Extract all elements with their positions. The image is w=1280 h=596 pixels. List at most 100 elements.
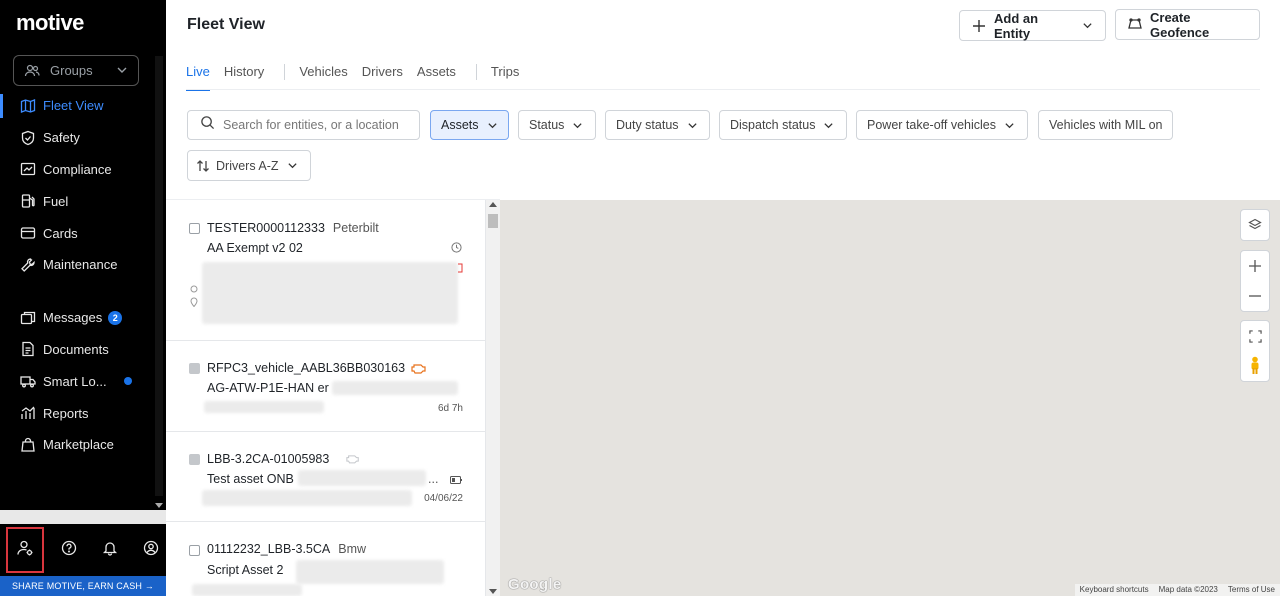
fullscreen-icon[interactable] (1240, 321, 1270, 351)
sidebar-item-safety[interactable]: Safety (0, 122, 152, 154)
add-entity-label: Add an Entity (994, 10, 1039, 41)
app-root: motive Groups Fleet View Safety Complian… (0, 0, 1280, 596)
chevron-down-icon (1004, 120, 1015, 131)
shield-icon (20, 130, 36, 146)
scroll-up-arrow[interactable] (489, 202, 497, 207)
filter-mil-on[interactable]: Vehicles with MIL on (1038, 110, 1173, 140)
tab-vehicles[interactable]: Vehicles (299, 56, 347, 90)
sidebar-item-marketplace[interactable]: Marketplace (0, 429, 152, 461)
share-motive-banner[interactable]: SHARE MOTIVE, EARN CASH → (0, 576, 166, 596)
battery-icon (450, 476, 463, 484)
redacted-text (296, 560, 444, 584)
tab-separator (475, 64, 477, 80)
entity-list: TESTER0000112333 Peterbilt AA Exempt v2 0… (166, 200, 486, 596)
filter-label: Dispatch status (730, 118, 816, 132)
select-checkbox[interactable] (189, 223, 200, 234)
redacted-location (192, 584, 302, 596)
list-item[interactable]: TESTER0000112333 Peterbilt AA Exempt v2 0… (166, 200, 485, 341)
sidebar-item-smart-load[interactable]: Smart Lo... (0, 365, 152, 397)
redacted-location (204, 401, 324, 413)
map-layers-control[interactable] (1240, 209, 1270, 241)
sidebar-item-label: Fleet View (43, 98, 104, 114)
sidebar-item-maintenance[interactable]: Maintenance (0, 249, 152, 281)
filter-dispatch-status[interactable]: Dispatch status (719, 110, 847, 140)
sidebar-scrollbar[interactable] (152, 48, 166, 510)
scroll-down-arrow[interactable] (489, 589, 497, 594)
filter-power-take-off[interactable]: Power take-off vehicles (856, 110, 1028, 140)
scrollbar-thumb[interactable] (155, 56, 163, 496)
view-tabs: Live History Vehicles Drivers Assets Tri… (186, 56, 533, 91)
sidebar-item-label: Marketplace (43, 437, 114, 453)
select-checkbox[interactable] (189, 363, 200, 374)
chevron-down-icon (687, 120, 698, 131)
list-item[interactable]: RFPC3_vehicle_AABL36BB030163 AG-ATW-P1E-… (166, 341, 485, 432)
sidebar-item-label: Maintenance (43, 257, 118, 273)
zoom-in-button[interactable] (1240, 251, 1270, 281)
filter-status[interactable]: Status (518, 110, 596, 140)
engine-icon (411, 362, 427, 374)
reports-icon (20, 405, 36, 421)
search-icon (200, 115, 215, 135)
sidebar-item-label: Reports (43, 405, 89, 421)
search-input[interactable] (223, 118, 413, 132)
help-button[interactable] (54, 532, 85, 568)
tab-drivers[interactable]: Drivers (362, 56, 403, 90)
help-icon (61, 540, 77, 561)
redacted-location (202, 490, 412, 506)
layers-icon[interactable] (1240, 210, 1270, 240)
map-canvas[interactable]: Google Keyboard shortcuts Map data ©2023… (500, 200, 1280, 596)
tab-assets[interactable]: Assets (417, 56, 456, 90)
select-checkbox[interactable] (189, 545, 200, 556)
list-item[interactable]: 01112232_LBB-3.5CA Bmw Script Asset 2 (166, 522, 485, 596)
search-box[interactable] (187, 110, 420, 140)
sidebar-item-compliance[interactable]: Compliance (0, 154, 152, 186)
user-settings-button[interactable] (6, 527, 45, 573)
sidebar-item-cards[interactable]: Cards (0, 217, 152, 249)
sort-icon (196, 159, 210, 173)
entity-list-scrollbar[interactable] (486, 200, 500, 596)
notifications-button[interactable] (95, 532, 126, 568)
motive-logo[interactable]: motive (16, 10, 84, 36)
entity-subtitle: AG-ATW-P1E-HAN er (207, 381, 329, 395)
zoom-out-button[interactable] (1240, 281, 1270, 311)
terms-of-use-link[interactable]: Terms of Use (1223, 584, 1280, 596)
account-button[interactable] (135, 532, 166, 568)
sidebar-item-fleet-view[interactable]: Fleet View (0, 90, 152, 122)
add-entity-button[interactable]: Add an Entity (959, 10, 1106, 41)
truck-icon (20, 373, 36, 389)
groups-dropdown[interactable]: Groups (13, 55, 139, 86)
sidebar: motive Groups Fleet View Safety Complian… (0, 0, 166, 596)
scroll-down-arrow[interactable] (155, 503, 163, 508)
sort-dropdown[interactable]: Drivers A-Z (187, 150, 311, 181)
sidebar-horizontal-scrollbar[interactable] (0, 510, 166, 524)
filter-assets[interactable]: Assets (430, 110, 509, 140)
last-updated: 6d 7h (437, 403, 463, 414)
sidebar-item-messages[interactable]: Messages 2 (0, 302, 152, 334)
keyboard-shortcuts-link[interactable]: Keyboard shortcuts (1075, 584, 1154, 596)
list-item[interactable]: LBB-3.2CA-01005983 Test asset ONB ... 04… (166, 432, 485, 522)
sidebar-item-fuel[interactable]: Fuel (0, 185, 152, 217)
sidebar-item-documents[interactable]: Documents (0, 334, 152, 366)
filter-label: Vehicles with MIL on (1049, 118, 1163, 132)
location-pin-icon (190, 297, 198, 307)
tab-trips[interactable]: Trips (491, 56, 519, 90)
chevron-down-icon (823, 120, 834, 131)
sidebar-item-label: Compliance (43, 161, 112, 177)
nav-divider (0, 281, 152, 302)
map-icon (20, 98, 36, 114)
google-logo: Google (508, 576, 562, 593)
street-view-pegman-icon[interactable] (1240, 351, 1270, 381)
create-geofence-button[interactable]: Create Geofence (1115, 9, 1260, 40)
tab-history[interactable]: History (224, 56, 264, 90)
entity-id: TESTER0000112333 (207, 221, 325, 235)
scrollbar-thumb[interactable] (488, 214, 498, 228)
origin-dot-icon (190, 285, 198, 293)
entity-name: TESTER0000112333 Peterbilt (207, 221, 379, 235)
tab-live[interactable]: Live (186, 56, 210, 91)
sidebar-item-label: Safety (43, 130, 80, 146)
truncation-ellipsis: ... (428, 472, 439, 486)
tabs-divider (186, 89, 1260, 90)
sidebar-item-reports[interactable]: Reports (0, 397, 152, 429)
select-checkbox[interactable] (189, 454, 200, 465)
filter-duty-status[interactable]: Duty status (605, 110, 710, 140)
